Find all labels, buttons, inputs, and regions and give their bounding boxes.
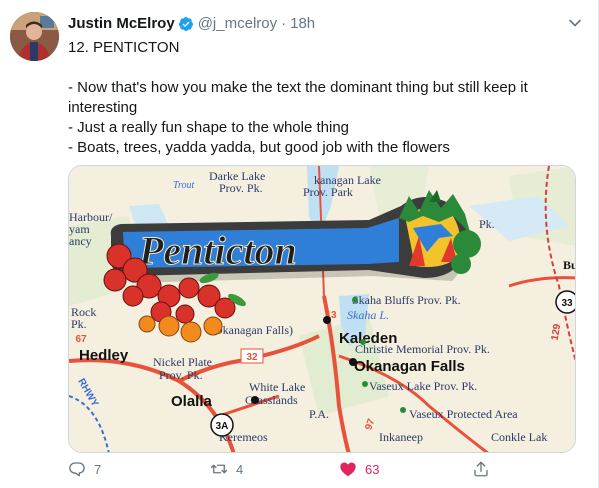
highway-shield: 33 [561,298,573,309]
tweet-photo[interactable]: Darke Lake Prov. Pk. kanagan Lake Prov. … [68,165,576,453]
map-label: Okanagan Falls [354,358,465,375]
like-count: 63 [365,461,380,477]
tweet-text: 12. PENTICTON - Now that's how you make … [68,38,580,158]
map-label: Skaha L. [347,308,389,322]
tweet-text-line: - Just a really fun shape to the whole t… [68,119,350,136]
map-label: Vaseux Lake Prov. Pk. [369,379,477,393]
tweet-header: Justin McElroy @j_mcelroy · 18h [68,13,315,35]
pin-lettering: Penticton [138,228,297,273]
highway-shield: 32 [246,352,258,363]
retweet-count: 4 [236,461,244,477]
map-label: White Lake [249,380,305,394]
retweet-icon [210,464,228,474]
tweet-text-line: 12. PENTICTON [68,39,180,56]
map-label: Okanagan Falls) [214,323,293,337]
map-label: Conkle Lak [491,430,547,444]
heart-icon [340,462,356,477]
highway-shield: 3A [216,421,229,432]
map-label: Kaleden [339,330,397,347]
map-label: Skaha Bluffs Prov. Pk. [352,293,461,307]
map-label: Hedley [79,347,129,364]
map-label: Prov. Park [303,185,353,199]
verified-badge-icon [178,16,194,32]
share-icon [474,461,488,477]
reply-count: 7 [94,461,102,477]
map-label: Bu [563,258,576,272]
tweet-actions: 7 4 63 [68,458,508,480]
map-label: Pk. [479,217,495,231]
map-label: Prov. Pk. [219,181,263,195]
tweet-text-line: - Boats, trees, yadda yadda, but good jo… [68,139,450,156]
avatar[interactable] [10,12,59,61]
reply-button[interactable]: 7 [68,458,101,480]
map-label: Trout [173,180,195,191]
map-label: Olalla [171,393,213,410]
reply-icon [69,462,85,477]
map-label: ancy [69,234,92,248]
tweet[interactable]: Justin McElroy @j_mcelroy · 18h 12. PENT… [0,0,599,488]
map-label: Vaseux Protected Area [409,407,518,421]
tweet-text-line: - Now that's how you make the text the d… [68,79,528,116]
display-name[interactable]: Justin McElroy [68,14,175,34]
highway-shield: 67 [75,334,87,345]
like-button[interactable]: 63 [339,458,379,480]
map-label: Nickel Plate [153,355,212,369]
map-label: Inkaneep [379,430,423,444]
tweet-text-line [68,58,580,78]
map-label: P.A. [309,407,329,421]
retweet-button[interactable]: 4 [210,458,243,480]
chevron-down-icon[interactable] [568,16,582,30]
author-handle[interactable]: @j_mcelroy [198,14,277,34]
share-button[interactable] [472,458,498,480]
timestamp[interactable]: 18h [290,14,315,34]
map-label: Pk. [71,317,87,331]
map-label: Prov. Pk. [159,368,203,382]
separator-dot: · [281,15,287,32]
